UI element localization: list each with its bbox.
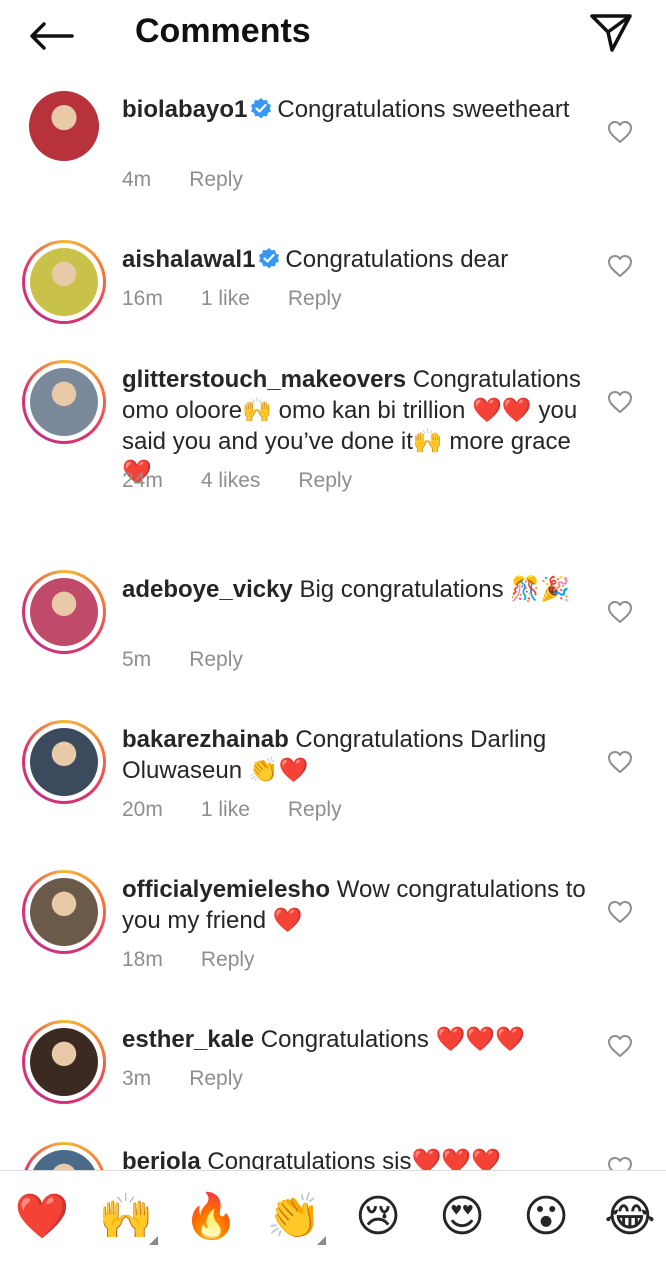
emoji-heart-eyes-button[interactable]: 😍 [434, 1189, 490, 1245]
comment-likes[interactable]: 1 like [201, 798, 250, 822]
skin-tone-indicator-icon [317, 1236, 326, 1245]
emoji-surprised-face-button[interactable]: 😮 [518, 1189, 574, 1245]
avatar-image [30, 1028, 98, 1096]
reply-button[interactable]: Reply [288, 287, 342, 311]
like-comment-button[interactable] [607, 120, 633, 144]
comment-username[interactable]: biolabayo1 [122, 96, 247, 123]
comment-meta: 16m 1 like Reply [122, 287, 380, 311]
comment-body: Congratulations dear [285, 246, 509, 273]
comment-username[interactable]: glitterstouch_makeovers [122, 366, 406, 393]
avatar-image [29, 91, 99, 161]
verified-badge-icon [259, 248, 280, 269]
emoji-heart-button[interactable]: ❤️ [14, 1189, 70, 1245]
comment-likes[interactable]: 4 likes [201, 469, 261, 493]
comment-username[interactable]: bakarezhainab [122, 726, 289, 753]
avatar-image [30, 1150, 98, 1170]
paper-plane-icon [590, 14, 632, 52]
like-comment-button[interactable] [607, 1034, 633, 1058]
comment-time: 18m [122, 948, 163, 971]
comment-time: 24m [122, 469, 163, 492]
comment-text: adeboye_vicky Big congratulations 🎊🎉 [122, 574, 592, 605]
comment-username[interactable]: beriola [122, 1148, 201, 1170]
page-title: Comments [135, 12, 311, 50]
comment-username[interactable]: officialyemielesho [122, 876, 330, 903]
heart-outline-icon [608, 255, 632, 277]
comment-time: 16m [122, 287, 163, 310]
heart-outline-icon [608, 391, 632, 413]
share-button[interactable] [588, 12, 636, 56]
like-comment-button[interactable] [607, 750, 633, 774]
avatar-image [30, 578, 98, 646]
comment-username[interactable]: adeboye_vicky [122, 576, 293, 603]
comment-text: bakarezhainab Congratulations Darling Ol… [122, 724, 592, 786]
reply-button[interactable]: Reply [288, 798, 342, 822]
emoji-laughing-face-button[interactable]: 😂 [602, 1189, 658, 1245]
like-comment-button[interactable] [607, 254, 633, 278]
comment-username[interactable]: aishalawal1 [122, 246, 255, 273]
emoji-raising-hands-button[interactable]: 🙌 [98, 1189, 158, 1245]
comment-time: 4m [122, 168, 152, 191]
reply-button[interactable]: Reply [298, 469, 352, 493]
heart-outline-icon [608, 751, 632, 773]
comment-meta: 4m Reply [122, 168, 281, 192]
comment-body: Congratulations sweetheart [277, 96, 570, 123]
avatar[interactable] [22, 1142, 106, 1170]
comment-text: aishalawal1 Congratulations dear [122, 244, 592, 275]
avatar[interactable] [22, 1020, 106, 1104]
comment-likes[interactable]: 1 like [201, 287, 250, 311]
avatar-image [30, 368, 98, 436]
emoji-crying-face-button[interactable]: 😢 [350, 1189, 406, 1245]
heart-outline-icon [608, 1035, 632, 1057]
reply-button[interactable]: Reply [189, 168, 243, 192]
avatar[interactable] [22, 240, 106, 324]
heart-outline-icon [608, 901, 632, 923]
comment-time: 3m [122, 1067, 152, 1090]
comment-meta: 20m 1 like Reply [122, 798, 380, 822]
avatar-image [30, 248, 98, 316]
heart-outline-icon [608, 601, 632, 623]
heart-outline-icon [608, 121, 632, 143]
emoji-fire-button[interactable]: 🔥 [183, 1189, 239, 1245]
back-button[interactable] [28, 16, 78, 56]
comment-text: esther_kale Congratulations ❤️❤️❤️ [122, 1024, 592, 1055]
like-comment-button[interactable] [607, 600, 633, 624]
verified-badge-icon [251, 98, 272, 119]
comment-time: 5m [122, 648, 152, 671]
avatar[interactable] [22, 870, 106, 954]
comment-text: biolabayo1 Congratulations sweetheart [122, 94, 592, 125]
avatar-image [30, 728, 98, 796]
reply-button[interactable]: Reply [201, 948, 255, 972]
reply-button[interactable]: Reply [189, 1067, 243, 1091]
avatar[interactable] [22, 570, 106, 654]
comment-time: 20m [122, 798, 163, 821]
comment-body: Big congratulations 🎊🎉 [299, 576, 571, 603]
reply-button[interactable]: Reply [189, 648, 243, 672]
comment-meta: 18m Reply [122, 948, 293, 972]
comment-meta: 24m 4 likes Reply [122, 469, 390, 493]
avatar-image [30, 878, 98, 946]
skin-tone-indicator-icon [149, 1236, 158, 1245]
heart-outline-icon [608, 1157, 632, 1170]
avatar[interactable] [22, 360, 106, 444]
comment-meta: 3m Reply [122, 1067, 281, 1091]
emoji-reaction-bar: ❤️ 🙌 🔥 👏 😢 😍 😮 😂 [0, 1170, 666, 1262]
comment-list[interactable]: biolabayo1 Congratulations sweetheart 4m Re… [0, 86, 666, 1170]
emoji-clapping-hands-button[interactable]: 👏 [266, 1189, 326, 1245]
like-comment-button[interactable] [607, 1156, 633, 1170]
arrow-left-icon [30, 22, 74, 50]
like-comment-button[interactable] [607, 390, 633, 414]
comment-body: Congratulations sis❤️❤️❤️ [207, 1148, 502, 1170]
comment-body: Congratulations ❤️❤️❤️ [260, 1026, 526, 1053]
avatar[interactable] [22, 86, 106, 168]
comment-username[interactable]: esther_kale [122, 1026, 254, 1053]
comment-text: officialyemielesho Wow congratulations t… [122, 874, 592, 936]
avatar[interactable] [22, 720, 106, 804]
comment-text: beriola Congratulations sis❤️❤️❤️ [122, 1146, 592, 1170]
header-bar: Comments [0, 0, 666, 70]
comment-meta: 5m Reply [122, 648, 281, 672]
like-comment-button[interactable] [607, 900, 633, 924]
